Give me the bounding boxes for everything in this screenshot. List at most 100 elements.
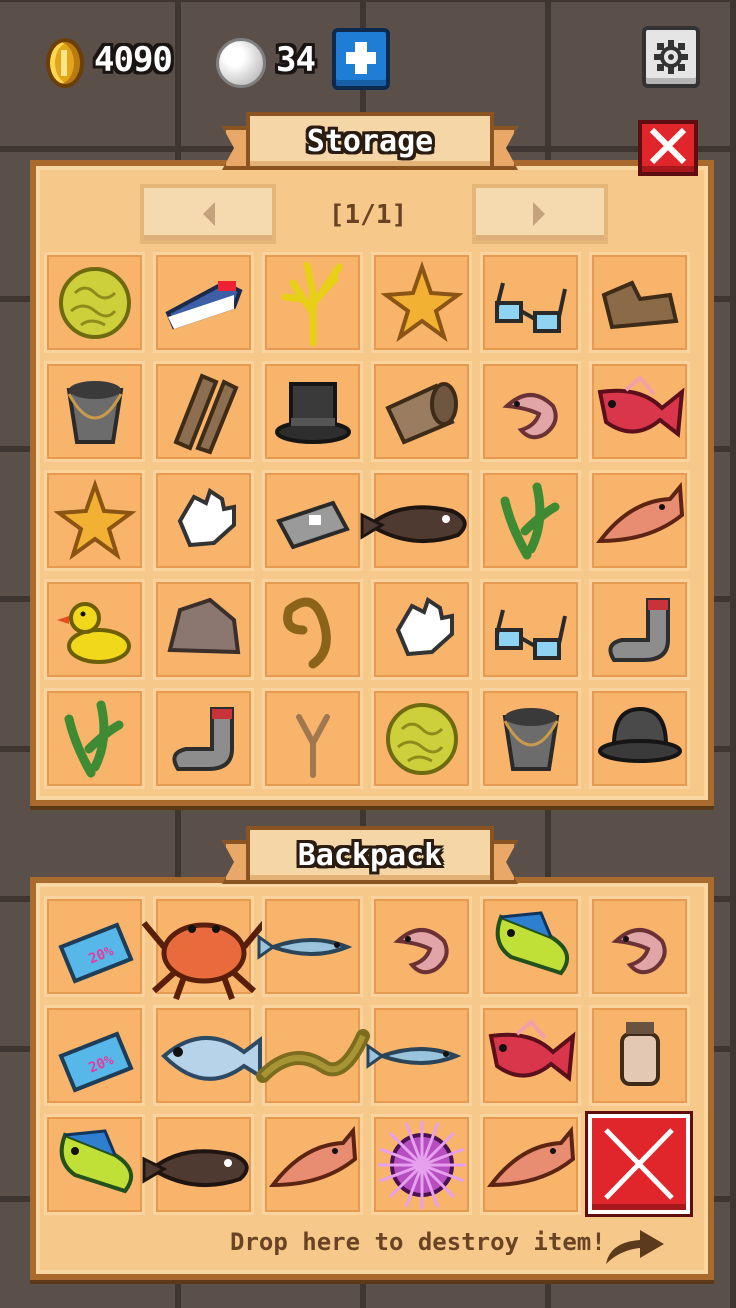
add-pearls-button[interactable] [332,28,390,90]
flounder-icon[interactable] [360,476,467,566]
sardine-icon[interactable] [257,902,358,992]
inventory-slot[interactable] [257,896,363,997]
inventory-slot[interactable] [44,1114,145,1215]
inventory-slot[interactable] [589,1005,690,1106]
glove-icon[interactable] [159,476,249,566]
jar-icon[interactable] [595,1011,685,1101]
sneaker-icon[interactable] [159,258,249,348]
inventory-slot[interactable] [371,252,472,353]
inventory-slot[interactable] [480,896,581,997]
prev-page-button[interactable] [140,184,276,244]
inventory-slot[interactable] [589,252,690,353]
slingshot-stick-icon[interactable] [268,694,358,784]
ticket-icon[interactable]: 20% [50,902,140,992]
inventory-slot[interactable] [371,688,472,789]
close-button[interactable] [638,120,698,176]
sea-urchin-icon[interactable] [377,1120,467,1210]
bucket-icon[interactable] [50,367,140,457]
tin-can-icon[interactable] [268,476,358,566]
coral-ball-icon[interactable] [377,694,467,784]
inventory-slot[interactable] [371,1114,472,1215]
crab-icon[interactable] [141,902,266,1000]
settings-button[interactable] [642,26,700,88]
inventory-slot[interactable] [480,688,581,789]
inventory-slot[interactable] [589,688,690,789]
inventory-slot[interactable] [153,579,254,680]
rubber-duck-icon[interactable] [50,585,140,675]
starfish-icon[interactable] [377,258,467,348]
flounder-icon[interactable] [142,1120,249,1210]
destroy-drop-zone[interactable] [588,1114,690,1214]
coral-ball-icon[interactable] [50,258,140,348]
red-snapper-icon[interactable] [595,367,685,457]
inventory-slot[interactable] [371,579,472,680]
shrimp-icon[interactable] [486,367,576,457]
shrimp-icon[interactable] [377,902,467,992]
eel-icon[interactable] [255,1011,370,1101]
inventory-slot[interactable] [262,1114,363,1215]
bluegill-icon[interactable] [159,1011,262,1101]
inventory-slot[interactable] [153,361,254,462]
starfish-icon[interactable] [50,476,140,566]
inventory-slot[interactable] [262,579,363,680]
inventory-slot[interactable] [371,896,472,997]
inventory-slot[interactable] [480,579,581,680]
wooden-planks-icon[interactable] [159,367,249,457]
sock-icon[interactable] [595,585,685,675]
inventory-slot[interactable] [589,579,690,680]
inventory-slot[interactable] [360,470,472,571]
inventory-slot[interactable] [44,470,145,571]
sock-icon[interactable] [159,694,249,784]
inventory-slot[interactable] [262,361,363,462]
inventory-slot[interactable] [589,361,690,462]
seaweed-icon[interactable] [486,476,576,566]
mahi-mahi-icon[interactable] [50,1120,140,1210]
rope-icon[interactable] [268,585,358,675]
inventory-slot[interactable] [371,361,472,462]
inventory-slot[interactable] [153,688,254,789]
inventory-slot[interactable] [44,579,145,680]
bucket-icon[interactable] [486,694,576,784]
inventory-slot[interactable] [480,1005,581,1106]
inventory-slot[interactable] [44,361,145,462]
inventory-slot[interactable] [262,688,363,789]
barrel-icon[interactable] [377,367,467,457]
glasses-icon[interactable] [486,585,576,675]
inventory-slot[interactable] [255,1005,370,1106]
seaweed-icon[interactable] [50,694,140,784]
inventory-slot[interactable] [44,252,145,353]
shrimp-icon[interactable] [595,902,685,992]
inventory-slot[interactable] [480,470,581,571]
top-hat-icon[interactable] [268,367,358,457]
inventory-slot[interactable] [262,252,363,353]
old-boot-icon[interactable] [595,258,685,348]
inventory-slot[interactable] [141,896,266,1000]
inventory-slot[interactable] [480,361,581,462]
inventory-slot[interactable] [153,252,254,353]
inventory-slot[interactable]: 20% [44,896,145,997]
next-page-button[interactable] [472,184,608,244]
glasses-icon[interactable] [486,258,576,348]
trout-icon[interactable] [595,476,685,566]
ticket-icon[interactable]: 20% [50,1011,140,1101]
mahi-mahi-icon[interactable] [486,902,576,992]
inventory-slot[interactable] [480,1114,581,1215]
bowler-hat-icon[interactable] [595,694,685,784]
glove-icon[interactable] [377,585,467,675]
inventory-slot[interactable] [589,470,690,571]
red-snapper-icon[interactable] [486,1011,576,1101]
inventory-slot[interactable] [480,252,581,353]
trout-icon[interactable] [268,1120,358,1210]
rock-icon[interactable] [159,585,249,675]
trout-icon[interactable] [486,1120,576,1210]
inventory-slot[interactable] [366,1005,472,1106]
inventory-slot[interactable] [142,1114,254,1215]
sardine-icon[interactable] [366,1011,467,1101]
inventory-slot[interactable] [44,688,145,789]
inventory-slot[interactable] [153,470,254,571]
inventory-slot[interactable] [589,896,690,997]
inventory-slot[interactable] [262,470,363,571]
yellow-coral-icon[interactable] [268,258,358,348]
inventory-slot[interactable]: 20% [44,1005,145,1106]
inventory-slot[interactable] [153,1005,262,1106]
